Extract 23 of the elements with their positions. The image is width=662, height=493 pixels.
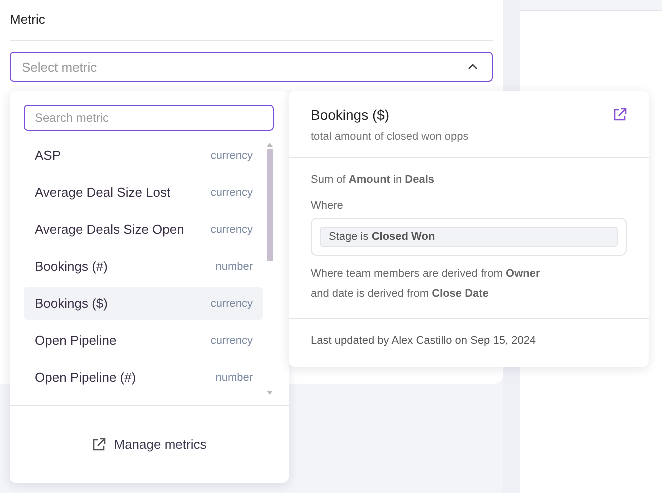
metric-option[interactable]: Bookings ($) currency (24, 287, 263, 320)
metric-description: total amount of closed won opps (311, 131, 470, 143)
scroll-up-icon[interactable] (267, 143, 273, 147)
metric-option[interactable]: ASP currency (24, 139, 263, 172)
metric-option[interactable]: Average Deals Size Open currency (24, 213, 263, 246)
metric-title: Bookings ($) (311, 107, 390, 123)
scroll-down-icon[interactable] (267, 391, 273, 395)
condition-chip: Stage is Closed Won (320, 227, 618, 247)
external-link-icon (92, 438, 106, 452)
field-label: Metric (10, 11, 46, 29)
formula-text: Sum of Amount in Deals (311, 173, 436, 188)
search-field[interactable]: Search metric (24, 105, 274, 131)
derivation-text: and date is derived from Close Date (311, 287, 490, 302)
external-link-icon[interactable] (613, 108, 627, 122)
metric-option[interactable]: Open Pipeline (#) number (24, 361, 263, 394)
manage-metrics-link[interactable]: Manage metrics (88, 433, 211, 456)
chevron-up-icon (468, 64, 478, 70)
metric-option[interactable]: Bookings (#) number (24, 250, 263, 283)
metric-option[interactable]: Open Pipeline currency (24, 324, 263, 357)
derivation-text: Where team members are derived from Owner (311, 267, 542, 282)
last-updated-text: Last updated by Alex Castillo on Sep 15, 2024 (310, 334, 538, 349)
where-label: Where (311, 199, 344, 214)
metric-option[interactable]: Average Deal Size Lost currency (24, 176, 263, 209)
